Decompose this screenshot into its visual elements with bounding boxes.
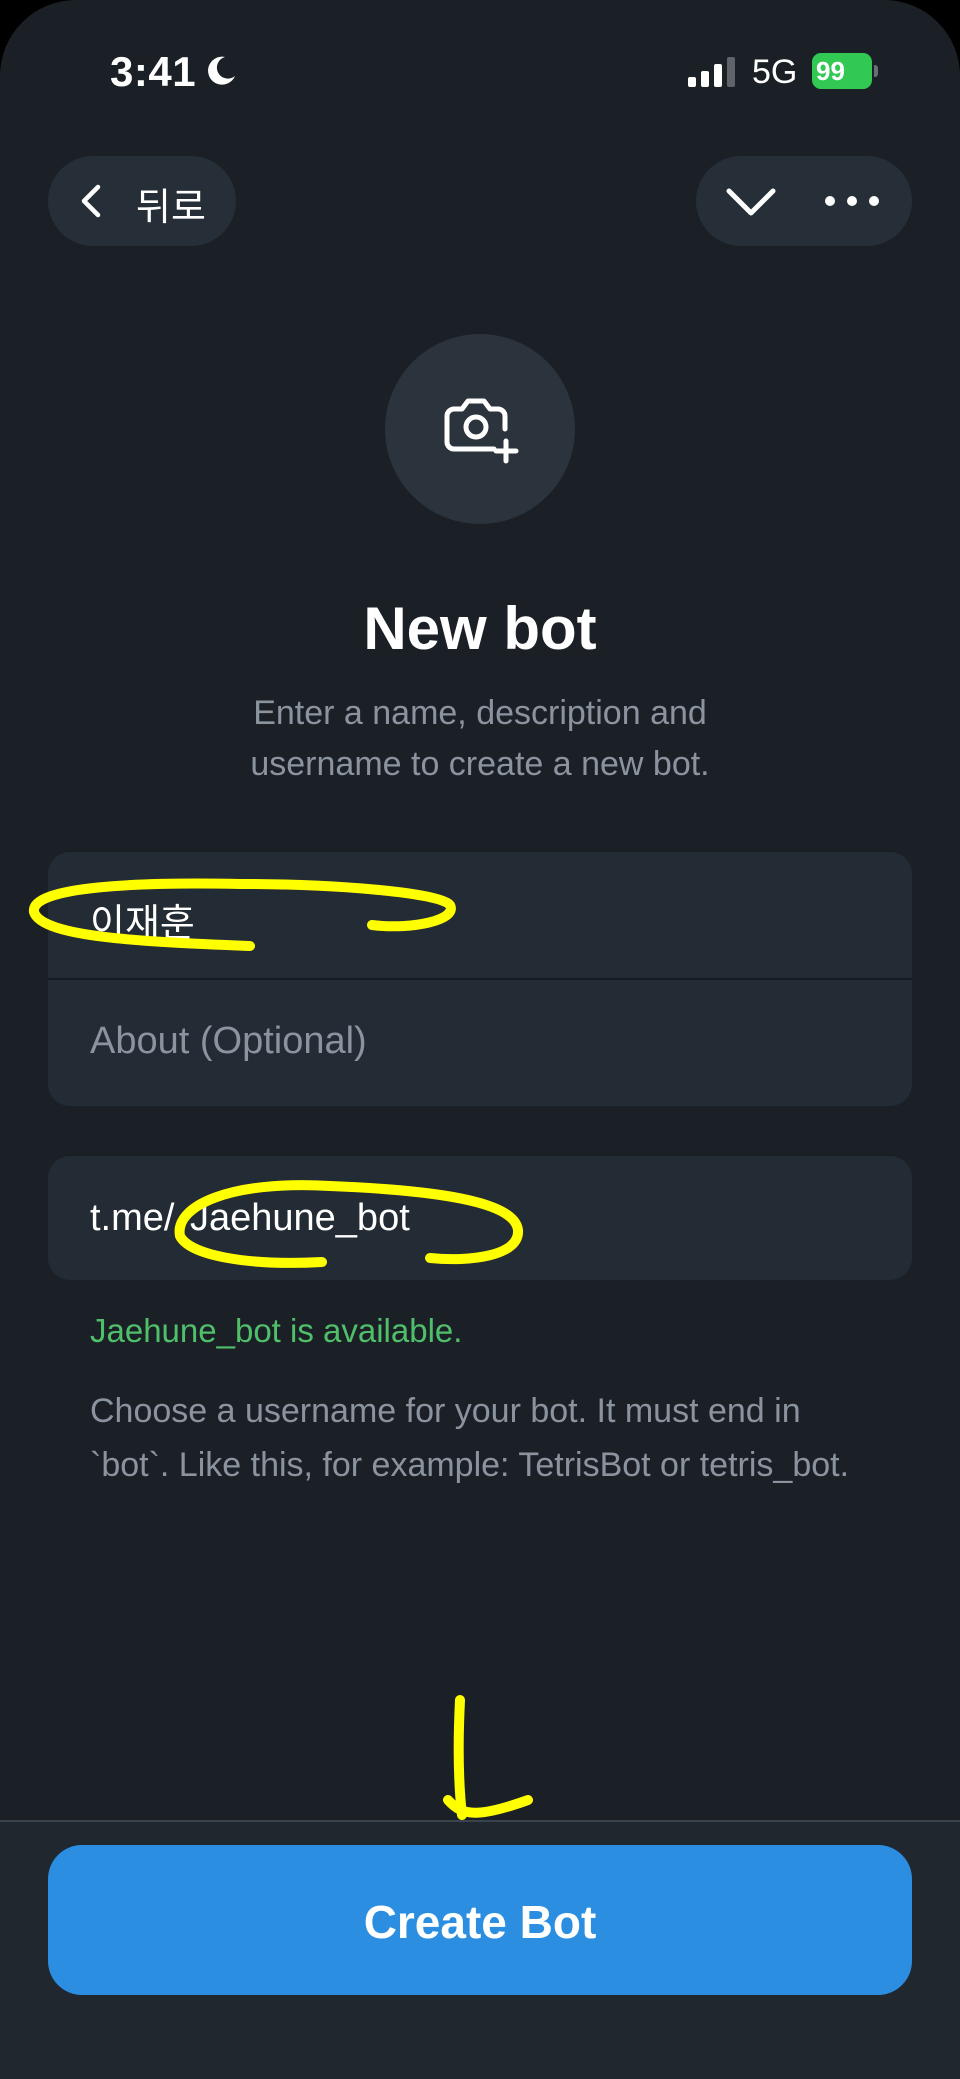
battery-tip <box>874 65 878 77</box>
page-title: New bot <box>363 595 597 662</box>
back-label: 뒤로 <box>136 187 206 229</box>
create-bot-button[interactable]: Create Bot <box>48 1845 912 1995</box>
signal-icon <box>688 57 735 87</box>
add-photo-icon <box>444 398 519 464</box>
moon-icon <box>208 56 235 85</box>
availability-message: Jaehune_bot is available. <box>90 1312 463 1349</box>
username-help-text: Choose a username for your bot. It must … <box>90 1392 850 1484</box>
username-field[interactable]: t.me/ Jaehune_bot <box>48 1156 912 1280</box>
set-photo-button[interactable] <box>385 334 575 524</box>
new-bot-screen: 3:41 5G 99 뒤로 New bot Enter a name, desc… <box>0 0 960 2079</box>
more-button[interactable] <box>812 171 892 231</box>
bot-name-field[interactable]: 이재훈 <box>48 852 912 978</box>
bot-name-value: 이재훈 <box>90 903 195 945</box>
username-prefix: t.me/ <box>90 1197 175 1239</box>
battery-body: 99 <box>812 53 872 89</box>
chevron-down-icon <box>726 188 776 216</box>
chevron-left-icon <box>81 184 101 218</box>
create-bot-label: Create Bot <box>363 1896 597 1948</box>
annotation-arrow <box>443 1695 533 1820</box>
bot-info-form: 이재훈 About (Optional) <box>48 852 912 1106</box>
about-placeholder: About (Optional) <box>90 1020 367 1062</box>
page-subtitle: Enter a name, description and username t… <box>250 694 710 783</box>
back-button[interactable]: 뒤로 <box>48 156 236 246</box>
username-value: Jaehune_bot <box>190 1197 410 1239</box>
more-icon <box>825 196 879 206</box>
header-actions <box>696 156 912 246</box>
status-bar: 3:41 5G 99 <box>0 0 960 130</box>
collapse-button[interactable] <box>716 171 786 231</box>
about-field[interactable]: About (Optional) <box>48 980 912 1106</box>
battery-level: 99 <box>816 56 845 86</box>
status-time: 3:41 <box>110 48 197 95</box>
battery-icon: 99 <box>812 53 878 89</box>
network-label: 5G <box>752 53 798 91</box>
